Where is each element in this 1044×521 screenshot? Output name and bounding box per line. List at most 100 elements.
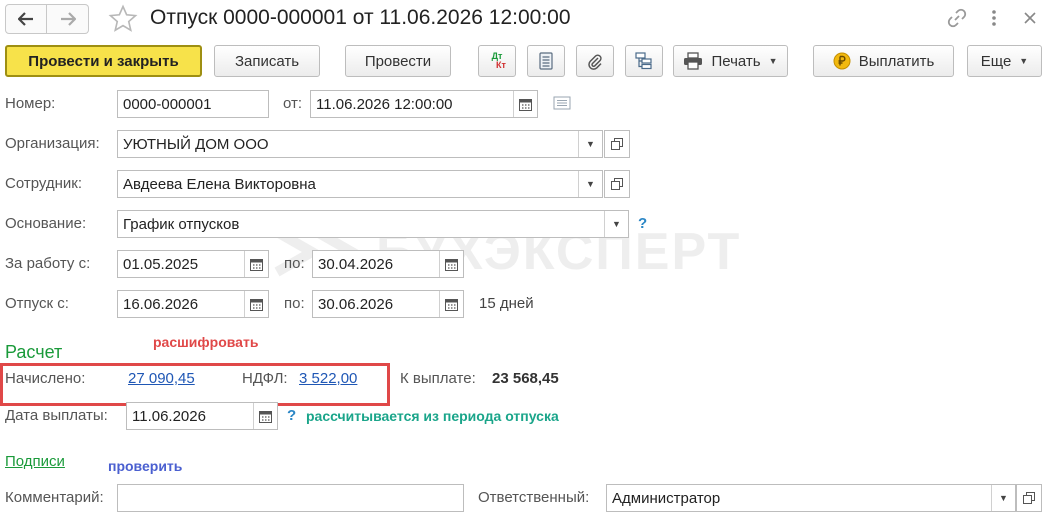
work-from-label: За работу с:	[5, 255, 91, 272]
chevron-down-icon: ▼	[586, 179, 595, 189]
chevron-down-icon: ▼	[1019, 56, 1029, 66]
ndfl-link[interactable]: 3 522,00	[299, 370, 357, 387]
pay-date-label: Дата выплаты:	[5, 407, 108, 424]
close-button[interactable]	[1019, 7, 1041, 29]
org-label: Организация:	[5, 135, 100, 152]
date-from-label: от:	[283, 95, 303, 112]
org-open-button[interactable]	[604, 130, 630, 158]
more-vertical-button[interactable]	[983, 7, 1005, 29]
link-button[interactable]	[946, 7, 968, 29]
open-form-icon	[1023, 492, 1035, 504]
back-button[interactable]	[5, 4, 47, 34]
date-value: 11.06.2026 12:00:00	[316, 95, 453, 113]
document-list-icon	[539, 52, 553, 70]
page-title: Отпуск 0000-000001 от 11.06.2026 12:00:0…	[150, 6, 571, 29]
hierarchy-icon	[635, 52, 652, 70]
report-button[interactable]	[527, 45, 565, 77]
kt-label: Кт	[496, 60, 506, 70]
vacation-to-value: 30.06.2026	[318, 295, 394, 313]
responsible-dropdown-button[interactable]: ▼	[991, 485, 1015, 511]
arrow-right-icon	[60, 12, 76, 26]
calendar-icon	[445, 258, 458, 271]
arrow-left-icon	[18, 12, 33, 26]
comment-label: Комментарий:	[5, 489, 104, 506]
post-and-close-label: Провести и закрыть	[28, 52, 179, 70]
responsible-open-button[interactable]	[1016, 484, 1042, 512]
basis-label: Основание:	[5, 215, 87, 232]
org-dropdown-button[interactable]: ▼	[578, 131, 602, 157]
calendar-button[interactable]	[513, 91, 537, 117]
accrued-label: Начислено:	[5, 370, 86, 387]
close-icon	[1024, 12, 1036, 24]
calendar-button[interactable]	[439, 291, 463, 317]
pay-button[interactable]: Выплатить	[813, 45, 954, 77]
employee-value: Авдеева Елена Викторовна	[123, 175, 316, 193]
employee-field[interactable]: Авдеева Елена Викторовна ▼	[117, 170, 603, 198]
more-vertical-icon	[992, 10, 996, 26]
signatures-link[interactable]: Подписи	[5, 453, 65, 470]
calendar-button[interactable]	[253, 403, 277, 429]
history-button[interactable]	[553, 96, 571, 114]
vacation-from-field[interactable]: 16.06.2026	[117, 290, 269, 318]
open-form-icon	[611, 138, 623, 150]
number-field[interactable]: 0000-000001	[117, 90, 269, 118]
chevron-down-icon: ▼	[999, 493, 1008, 503]
basis-field[interactable]: График отпусков ▼	[117, 210, 629, 238]
calendar-icon	[250, 258, 263, 271]
favorite-button[interactable]	[108, 4, 138, 38]
comment-field[interactable]	[117, 484, 464, 512]
structure-button[interactable]	[625, 45, 663, 77]
history-list-icon	[553, 96, 571, 110]
vacation-from-label: Отпуск с:	[5, 295, 69, 312]
employee-label: Сотрудник:	[5, 175, 83, 192]
vacation-from-value: 16.06.2026	[123, 295, 199, 313]
annotation-decode: расшифровать	[153, 334, 259, 350]
paperclip-icon	[588, 54, 602, 70]
ndfl-label: НДФЛ:	[242, 370, 288, 387]
basis-help-icon[interactable]: ?	[638, 215, 647, 232]
number-value: 0000-000001	[123, 95, 212, 113]
more-button[interactable]: Еще ▼	[967, 45, 1042, 77]
calendar-icon	[259, 410, 272, 423]
attach-button[interactable]	[576, 45, 614, 77]
post-button[interactable]: Провести	[345, 45, 451, 77]
pay-date-field[interactable]: 11.06.2026	[126, 402, 278, 430]
open-form-icon	[611, 178, 623, 190]
basis-dropdown-button[interactable]: ▼	[604, 211, 628, 237]
annotation-period: рассчитывается из периода отпуска	[306, 408, 559, 424]
chevron-down-icon: ▼	[768, 56, 778, 66]
pay-date-help-icon[interactable]: ?	[287, 407, 296, 424]
calendar-button[interactable]	[439, 251, 463, 277]
star-icon	[108, 4, 138, 32]
print-button[interactable]: Печать ▼	[673, 45, 788, 77]
calendar-button[interactable]	[244, 291, 268, 317]
save-button[interactable]: Записать	[214, 45, 320, 77]
calendar-button[interactable]	[244, 251, 268, 277]
work-to-value: 30.04.2026	[318, 255, 394, 273]
ruble-coin-icon	[833, 52, 851, 70]
work-to-field[interactable]: 30.04.2026	[312, 250, 464, 278]
responsible-field[interactable]: Администратор ▼	[606, 484, 1016, 512]
work-from-field[interactable]: 01.05.2025	[117, 250, 269, 278]
dt-kt-icon: Дт Кт	[488, 52, 506, 70]
work-to-label: по:	[284, 255, 305, 272]
to-pay-label: К выплате:	[400, 370, 476, 387]
date-field[interactable]: 11.06.2026 12:00:00	[310, 90, 538, 118]
post-and-close-button[interactable]: Провести и закрыть	[5, 45, 202, 77]
pay-date-value: 11.06.2026	[132, 407, 206, 425]
pay-label: Выплатить	[858, 52, 935, 70]
chevron-down-icon: ▼	[586, 139, 595, 149]
vacation-to-field[interactable]: 30.06.2026	[312, 290, 464, 318]
vacation-to-label: по:	[284, 295, 305, 312]
vacation-days: 15 дней	[479, 295, 534, 312]
org-field[interactable]: УЮТНЫЙ ДОМ ООО ▼	[117, 130, 603, 158]
calendar-icon	[519, 98, 532, 111]
print-label: Печать	[711, 52, 761, 70]
forward-button[interactable]	[47, 4, 89, 34]
dt-kt-button[interactable]: Дт Кт	[478, 45, 516, 77]
chevron-down-icon: ▼	[612, 219, 621, 229]
employee-dropdown-button[interactable]: ▼	[578, 171, 602, 197]
responsible-value: Администратор	[612, 489, 721, 507]
employee-open-button[interactable]	[604, 170, 630, 198]
accrued-link[interactable]: 27 090,45	[128, 370, 195, 387]
